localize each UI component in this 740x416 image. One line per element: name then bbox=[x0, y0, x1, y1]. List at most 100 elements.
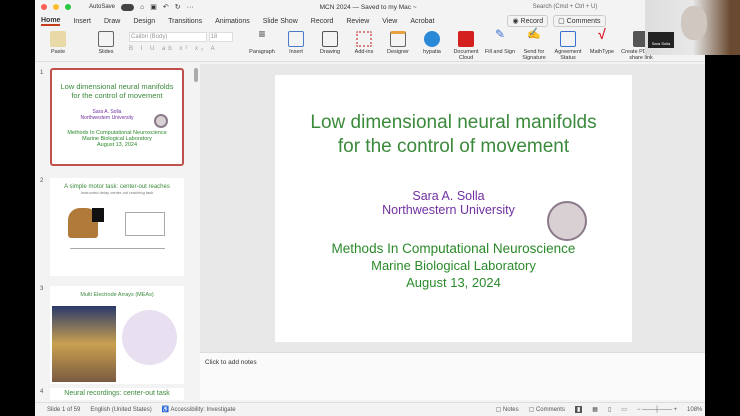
pen-icon: ✎ bbox=[494, 27, 506, 41]
redo-icon[interactable]: ↻ bbox=[175, 3, 181, 11]
title-bar: AutoSave ⌂ ▣ ↶ ↻ ··· MCN 2024 — Saved to my … bbox=[35, 0, 705, 14]
agreement-status-button[interactable]: Agreement Status bbox=[551, 28, 585, 61]
paste-button[interactable]: Paste bbox=[41, 28, 75, 55]
reading-view-icon[interactable]: ▯ bbox=[608, 406, 611, 413]
font-controls: Calibri (Body) 18 B I U ab x² x₂ A bbox=[129, 32, 239, 52]
slide-course[interactable]: Methods In Computational Neuroscience bbox=[275, 241, 632, 256]
document-cloud-button[interactable]: Document Cloud bbox=[449, 28, 483, 61]
font-size-select[interactable]: 18 bbox=[208, 32, 233, 42]
maximize-button[interactable] bbox=[65, 4, 71, 10]
font-name-select[interactable]: Calibri (Body) bbox=[129, 32, 207, 42]
add-ins-label: Add-ins bbox=[354, 49, 374, 55]
thumb-number: 3 bbox=[40, 286, 44, 292]
fill-and-sign-button[interactable]: ✎ Fill and Sign bbox=[483, 28, 517, 55]
more-icon[interactable]: ··· bbox=[187, 4, 194, 11]
record-label: Record bbox=[520, 18, 544, 25]
tab-review[interactable]: Review bbox=[346, 18, 369, 25]
status-bar: Slide 1 of 59 English (United States) ♿ … bbox=[35, 402, 705, 416]
name-badge: Sara Solla bbox=[648, 32, 674, 48]
drawing-button[interactable]: Drawing bbox=[313, 28, 347, 55]
slide-venue[interactable]: Marine Biological Laboratory bbox=[275, 258, 632, 273]
zoom-slider[interactable]: − ───┼─── + bbox=[637, 407, 677, 413]
notes-placeholder[interactable]: Click to add notes bbox=[205, 359, 257, 366]
electrode-array-photo bbox=[52, 306, 116, 382]
tab-design[interactable]: Design bbox=[133, 18, 155, 25]
tab-home[interactable]: Home bbox=[41, 17, 61, 26]
undo-icon[interactable]: ↶ bbox=[163, 3, 169, 11]
save-icon[interactable]: ▣ bbox=[150, 3, 157, 11]
thumb-title: Low dimensional neural manifolds for the… bbox=[60, 82, 174, 100]
normal-view-icon[interactable]: ▮ bbox=[574, 406, 583, 413]
ribbon: Paste Slides Calibri (Body) 18 B I U ab … bbox=[35, 27, 705, 62]
language-status[interactable]: English (United States) bbox=[90, 407, 151, 413]
slide-editor[interactable]: Low dimensional neural manifolds for the… bbox=[200, 64, 705, 352]
tab-animations[interactable]: Animations bbox=[215, 18, 250, 25]
autosave-toggle[interactable] bbox=[121, 3, 135, 11]
send-for-signature-button[interactable]: ✍ Send for Signature bbox=[517, 28, 551, 62]
fill-sign-label: Fill and Sign bbox=[484, 49, 516, 55]
paragraph-button[interactable]: ≡ Paragraph bbox=[245, 28, 279, 55]
slide-thumbnails-pane[interactable]: 1 Low dimensional neural manifolds for t… bbox=[35, 64, 198, 400]
slides-button[interactable]: Slides bbox=[89, 28, 123, 55]
insert-label: Insert bbox=[289, 49, 303, 55]
accessibility-label: Accessibility: Investigate bbox=[170, 407, 236, 413]
tab-view[interactable]: View bbox=[382, 18, 397, 25]
paste-label: Paste bbox=[50, 49, 66, 55]
hypatia-label: hypatia bbox=[423, 49, 441, 55]
autosave-label: AutoSave bbox=[89, 4, 116, 10]
notes-pane[interactable]: Click to add notes bbox=[200, 352, 705, 400]
hypatia-button[interactable]: hypatia bbox=[415, 28, 449, 55]
thumbnail-slide-3[interactable]: Multi Electrode Arrays (MEAs) bbox=[50, 286, 184, 384]
tab-slide-show[interactable]: Slide Show bbox=[263, 18, 298, 25]
thumb-number: 2 bbox=[40, 178, 44, 184]
zoom-level[interactable]: 108% bbox=[687, 407, 702, 413]
neuron-illustration bbox=[122, 310, 177, 365]
tab-acrobat[interactable]: Acrobat bbox=[410, 18, 434, 25]
comments-status-label: Comments bbox=[535, 407, 565, 413]
notes-toggle[interactable]: ▢ Notes bbox=[496, 406, 519, 413]
tab-insert[interactable]: Insert bbox=[73, 18, 91, 25]
thumb-number: 1 bbox=[40, 70, 44, 76]
tab-record[interactable]: Record bbox=[311, 18, 334, 25]
paragraph-label: Paragraph bbox=[249, 49, 275, 55]
slide-sorter-icon[interactable]: ▦ bbox=[592, 406, 598, 413]
current-slide[interactable]: Low dimensional neural manifolds for the… bbox=[275, 75, 632, 342]
thumb-title: Neural recordings: center-out task bbox=[64, 390, 170, 397]
timeline-diagram bbox=[70, 248, 165, 268]
home-icon[interactable]: ⌂ bbox=[140, 4, 144, 11]
mathtype-button[interactable]: √ MathType bbox=[585, 27, 619, 55]
northwestern-seal bbox=[547, 201, 587, 241]
slide-counter: Slide 1 of 59 bbox=[47, 406, 81, 413]
thumbnail-slide-2[interactable]: A simple motor task: center-out reaches … bbox=[50, 178, 184, 276]
tab-transitions[interactable]: Transitions bbox=[168, 18, 202, 25]
slides-label: Slides bbox=[98, 49, 114, 55]
powerpoint-window: AutoSave ⌂ ▣ ↶ ↻ ··· MCN 2024 — Saved to my … bbox=[35, 0, 705, 416]
add-ins-button[interactable]: Add-ins bbox=[347, 28, 381, 55]
thumbnail-slide-4[interactable]: Neural recordings: center-out task bbox=[50, 388, 184, 400]
tab-draw[interactable]: Draw bbox=[104, 18, 120, 25]
close-button[interactable] bbox=[41, 4, 47, 10]
thumbnails-scrollbar[interactable] bbox=[194, 68, 198, 82]
designer-button[interactable]: Designer bbox=[381, 28, 415, 55]
insert-button[interactable]: Insert bbox=[279, 28, 313, 55]
thumbnail-slide-1[interactable]: Low dimensional neural manifolds for the… bbox=[50, 68, 184, 166]
notes-label: Notes bbox=[502, 407, 519, 413]
search-input[interactable]: Search (Cmd + Ctrl + U) bbox=[533, 4, 598, 10]
slideshow-icon[interactable]: ▭ bbox=[621, 406, 627, 413]
university-seal bbox=[154, 114, 168, 128]
slide-title-line2[interactable]: for the control of movement bbox=[275, 135, 632, 159]
slide-date[interactable]: August 13, 2024 bbox=[275, 275, 632, 290]
monitor-image bbox=[92, 208, 104, 222]
thumb-number: 4 bbox=[40, 389, 44, 395]
ribbon-tabs: Home Insert Draw Design Transitions Anim… bbox=[35, 14, 606, 28]
speaker-video bbox=[681, 6, 707, 40]
thumb-line3: August 13, 2024 bbox=[96, 142, 138, 148]
webcam-overlay: Sara Solla bbox=[645, 0, 740, 55]
minimize-button[interactable] bbox=[53, 4, 59, 10]
slide-title-line1[interactable]: Low dimensional neural manifolds bbox=[275, 111, 632, 135]
record-button[interactable]: ◉ Record bbox=[507, 15, 549, 27]
diagram-image bbox=[125, 212, 165, 236]
comments-toggle[interactable]: ▢ Comments bbox=[529, 406, 565, 413]
accessibility-status[interactable]: ♿ Accessibility: Investigate bbox=[162, 406, 236, 413]
format-buttons[interactable]: B I U ab x² x₂ A bbox=[129, 46, 239, 52]
